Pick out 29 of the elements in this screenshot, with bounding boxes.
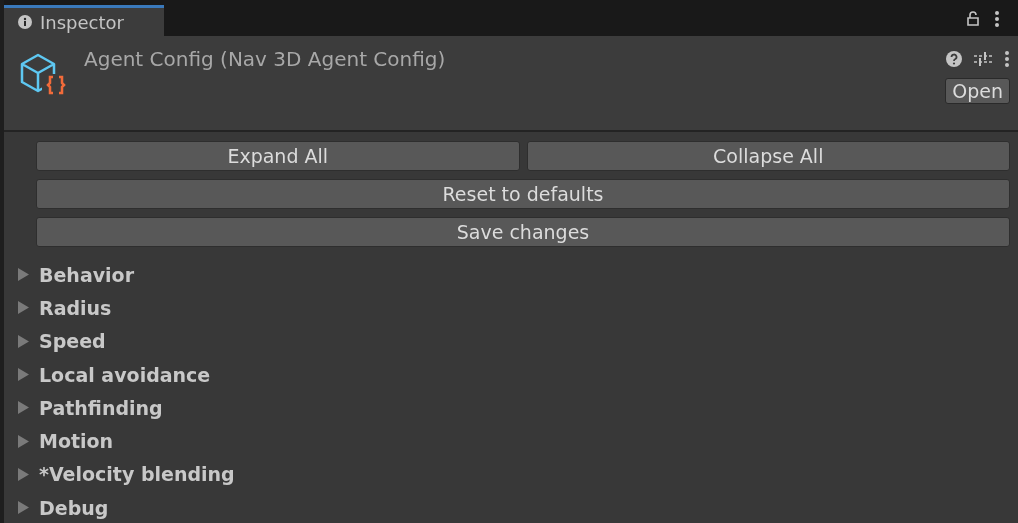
- action-button[interactable]: Collapse All: [526, 141, 1010, 171]
- more-icon[interactable]: [994, 10, 1000, 28]
- foldout-header[interactable]: Local avoidance: [18, 357, 211, 392]
- inspector-tab[interactable]: Inspector: [4, 5, 164, 36]
- help-icon[interactable]: [946, 51, 962, 67]
- section-label: Pathfinding: [39, 396, 163, 419]
- foldout-header[interactable]: Behavior: [18, 258, 135, 292]
- section-label: Debug: [39, 496, 109, 519]
- info-icon: [18, 15, 32, 29]
- open-button[interactable]: Open: [945, 78, 1010, 104]
- section-label: Radius: [39, 296, 112, 319]
- more-icon[interactable]: [1004, 50, 1010, 68]
- foldout-header[interactable]: Debug: [18, 491, 109, 523]
- foldout-header[interactable]: Motion: [18, 424, 114, 458]
- section-label: Behavior: [39, 263, 135, 286]
- section-label: Local avoidance: [39, 363, 211, 386]
- action-button[interactable]: Reset to defaults: [36, 179, 1010, 209]
- sliders-icon[interactable]: [974, 51, 992, 67]
- asset-title: Agent Config (Nav 3D Agent Config): [84, 47, 446, 73]
- section-label: *Velocity blending: [39, 463, 235, 486]
- action-button[interactable]: Expand All: [36, 141, 520, 171]
- foldout-header[interactable]: Radius: [18, 291, 112, 325]
- foldout-header[interactable]: *Velocity blending: [18, 457, 235, 492]
- foldout-header[interactable]: Pathfinding: [18, 391, 163, 425]
- foldout-header[interactable]: Speed: [18, 324, 106, 358]
- section-label: Speed: [39, 330, 106, 353]
- section-label: Motion: [39, 430, 114, 453]
- lock-icon[interactable]: [966, 11, 980, 27]
- action-button[interactable]: Save changes: [36, 217, 1010, 247]
